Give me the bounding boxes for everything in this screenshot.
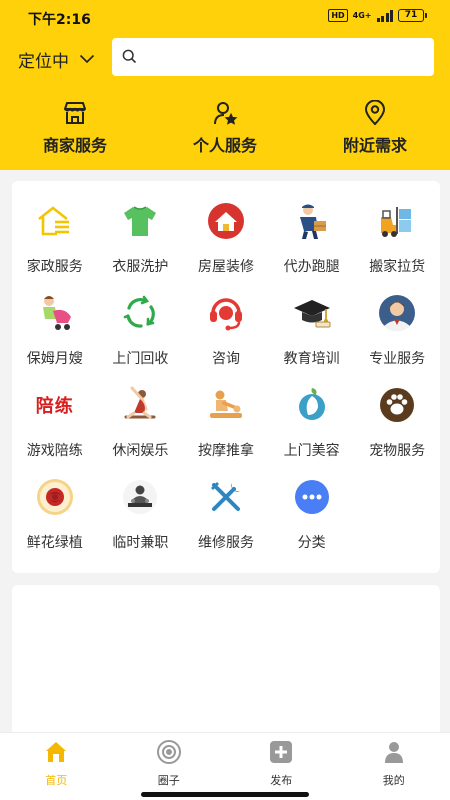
beauty-face-icon	[290, 383, 334, 427]
dj-worker-icon	[118, 475, 162, 519]
location-pin-icon	[363, 100, 387, 126]
service-recycling[interactable]: 上门回收	[98, 291, 184, 383]
service-nanny[interactable]: 保姆月嫂	[12, 291, 98, 383]
service-massage[interactable]: 按摩推拿	[183, 383, 269, 475]
service-flowers[interactable]: 鲜花绿植	[12, 475, 98, 567]
search-box[interactable]	[112, 38, 434, 76]
service-errands[interactable]: 代办跑腿	[269, 199, 355, 291]
person-star-icon	[212, 100, 238, 126]
rose-icon	[33, 475, 77, 519]
service-leisure[interactable]: 休闲娱乐	[98, 383, 184, 475]
store-icon	[62, 100, 88, 126]
more-dots-icon	[290, 475, 334, 519]
services-card: 家政服务 衣服洗护 房屋装修 代办跑腿 搬家拉货 保姆月嫂 上门回收 咨询 教育…	[12, 181, 440, 573]
service-label: 保姆月嫂	[26, 351, 83, 367]
nav-merchant-label: 商家服务	[42, 136, 107, 155]
content-card	[12, 585, 440, 735]
yoga-icon	[118, 383, 162, 427]
header: 下午2:16 HD 4G+ 71 定位中 商家服务 个人服务 附近需求	[0, 0, 450, 170]
tab-publish[interactable]: 发布	[225, 733, 338, 800]
chevron-down-icon	[79, 49, 95, 69]
graduation-cap-icon	[290, 291, 334, 335]
service-label: 分类	[297, 535, 326, 551]
service-label: 代办跑腿	[283, 259, 340, 275]
service-education[interactable]: 教育培训	[269, 291, 355, 383]
nav-nearby-label: 附近需求	[342, 136, 407, 155]
recycle-icon	[118, 291, 162, 335]
service-laundry[interactable]: 衣服洗护	[98, 199, 184, 291]
nav-personal-label: 个人服务	[192, 136, 257, 155]
service-repair[interactable]: 维修服务	[183, 475, 269, 567]
service-label: 衣服洗护	[112, 259, 169, 275]
top-nav: 商家服务 个人服务 附近需求	[0, 100, 450, 156]
service-moving[interactable]: 搬家拉货	[354, 199, 440, 291]
service-renovation[interactable]: 房屋装修	[183, 199, 269, 291]
services-grid: 家政服务 衣服洗护 房屋装修 代办跑腿 搬家拉货 保姆月嫂 上门回收 咨询 教育…	[12, 199, 440, 567]
service-part-time[interactable]: 临时兼职	[98, 475, 184, 567]
service-label: 宠物服务	[369, 443, 426, 459]
service-label: 搬家拉货	[369, 259, 426, 275]
service-label: 按摩推拿	[197, 443, 254, 459]
peilian-text-icon: 陪练	[33, 383, 77, 427]
headset-icon	[204, 291, 248, 335]
courier-icon	[290, 199, 334, 243]
service-housekeeping[interactable]: 家政服务	[12, 199, 98, 291]
massage-icon	[204, 383, 248, 427]
tab-circle[interactable]: 圈子	[113, 733, 226, 800]
tshirt-icon	[118, 199, 162, 243]
battery-icon: 71	[398, 9, 427, 22]
location-label: 定位中	[18, 51, 69, 72]
nav-personal-services[interactable]: 个人服务	[150, 100, 300, 156]
nanny-stroller-icon	[33, 291, 77, 335]
service-label: 房屋装修	[197, 259, 254, 275]
service-label: 上门回收	[112, 351, 169, 367]
service-beauty[interactable]: 上门美容	[269, 383, 355, 475]
tab-bar: 首页 圈子 发布 我的	[0, 732, 450, 800]
paw-icon	[375, 383, 419, 427]
user-icon	[381, 739, 407, 765]
house-lines-icon	[33, 199, 77, 243]
service-label: 家政服务	[26, 259, 83, 275]
forklift-icon	[375, 199, 419, 243]
search-icon	[122, 49, 137, 68]
search-input[interactable]	[144, 42, 424, 72]
nav-nearby-demand[interactable]: 附近需求	[300, 100, 450, 156]
tab-mine[interactable]: 我的	[338, 733, 450, 800]
signal-icon	[376, 9, 393, 22]
status-icons: HD 4G+ 71	[328, 9, 427, 22]
house-red-circle-icon	[204, 199, 248, 243]
circle-target-icon	[156, 739, 182, 765]
tab-label: 首页	[45, 774, 68, 787]
tools-icon	[204, 475, 248, 519]
tab-label: 我的	[382, 774, 405, 787]
home-icon	[43, 739, 69, 765]
home-indicator	[141, 792, 309, 797]
plus-square-icon	[268, 739, 294, 765]
service-label: 鲜花绿植	[26, 535, 83, 551]
service-label: 休闲娱乐	[112, 443, 169, 459]
network-label: 4G+	[352, 10, 372, 20]
nav-merchant-services[interactable]: 商家服务	[0, 100, 150, 156]
professional-avatar-icon	[375, 291, 419, 335]
service-consulting[interactable]: 咨询	[183, 291, 269, 383]
peilian-glyph: 陪练	[35, 396, 74, 417]
service-label: 游戏陪练	[26, 443, 83, 459]
tab-label: 圈子	[157, 774, 180, 787]
service-pets[interactable]: 宠物服务	[354, 383, 440, 475]
service-label: 咨询	[211, 351, 240, 367]
hd-badge: HD	[328, 9, 348, 22]
service-label: 维修服务	[197, 535, 254, 551]
status-bar: 下午2:16 HD 4G+ 71	[0, 0, 450, 34]
service-label: 专业服务	[369, 351, 426, 367]
tab-label: 发布	[270, 774, 293, 787]
service-professional[interactable]: 专业服务	[354, 291, 440, 383]
service-label: 教育培训	[283, 351, 340, 367]
tab-home[interactable]: 首页	[0, 733, 113, 800]
location-selector[interactable]: 定位中	[18, 47, 95, 72]
service-categories[interactable]: 分类	[269, 475, 355, 567]
service-label: 临时兼职	[112, 535, 169, 551]
service-game-coaching[interactable]: 陪练 游戏陪练	[12, 383, 98, 475]
status-time: 下午2:16	[28, 12, 91, 28]
service-label: 上门美容	[283, 443, 340, 459]
